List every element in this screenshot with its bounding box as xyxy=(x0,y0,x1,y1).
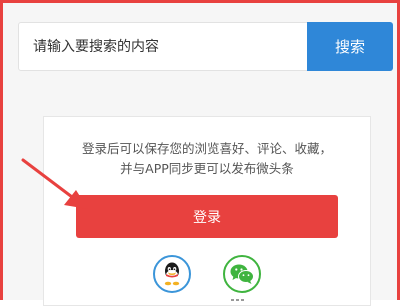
search-bar: 搜索 xyxy=(18,22,393,71)
login-card: 登录后可以保存您的浏览喜好、评论、收藏， 并与APP同步更可以发布微头条 登录 xyxy=(43,116,371,306)
wechat-login-button[interactable] xyxy=(223,255,261,293)
search-input[interactable] xyxy=(19,23,307,70)
search-button[interactable]: 搜索 xyxy=(307,22,393,71)
page-frame: 搜索 登录后可以保存您的浏览喜好、评论、收藏， 并与APP同步更可以发布微头条 … xyxy=(0,0,400,306)
login-button[interactable]: 登录 xyxy=(76,195,338,238)
wechat-icon xyxy=(230,264,254,284)
login-prompt-line-1: 登录后可以保存您的浏览喜好、评论、收藏， xyxy=(81,141,332,156)
qq-login-button[interactable] xyxy=(153,255,191,293)
qq-icon xyxy=(164,262,180,286)
partial-label-fragment xyxy=(231,299,244,301)
login-prompt: 登录后可以保存您的浏览喜好、评论、收藏， 并与APP同步更可以发布微头条 xyxy=(44,139,370,179)
login-prompt-line-2: 并与APP同步更可以发布微头条 xyxy=(120,161,294,176)
